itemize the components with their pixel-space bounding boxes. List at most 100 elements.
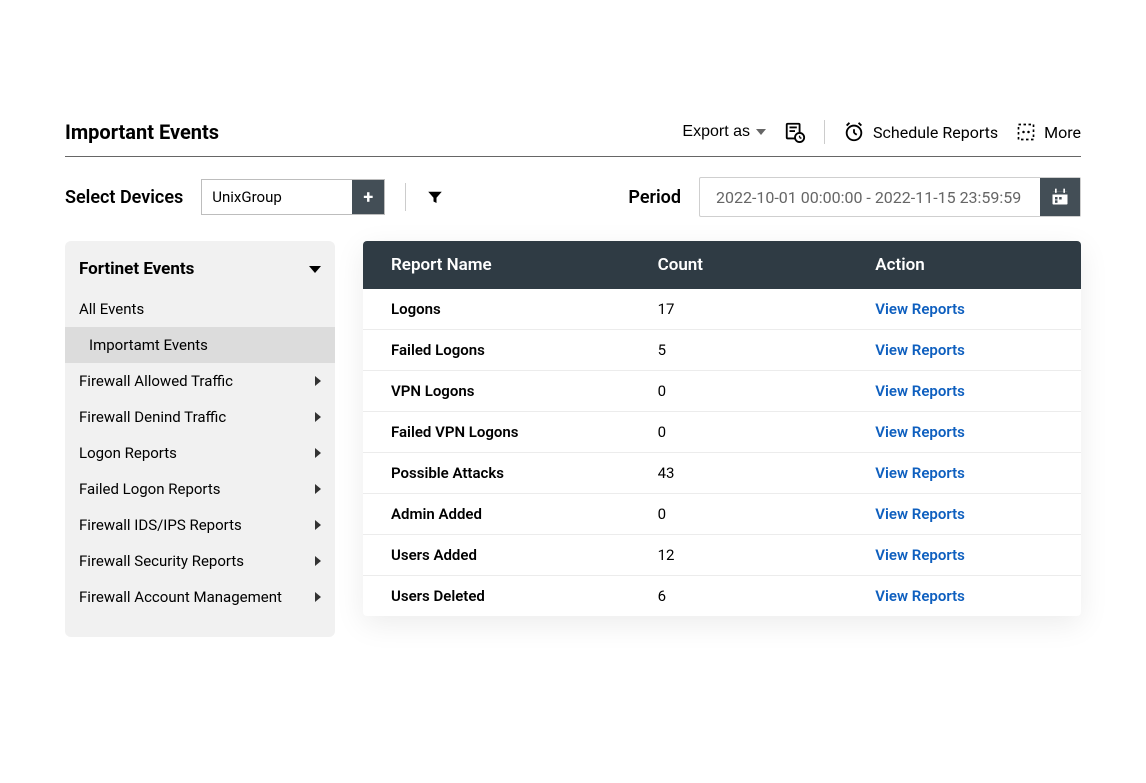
- report-schedule-icon[interactable]: [784, 121, 806, 143]
- report-name: Users Deleted: [391, 587, 658, 605]
- view-reports-link[interactable]: View Reports: [875, 300, 965, 318]
- sidebar-item[interactable]: Importamt Events: [65, 327, 335, 363]
- chevron-right-icon: [315, 520, 321, 530]
- table-row: Users Deleted6 View Reports: [363, 576, 1081, 616]
- report-count: 6: [658, 587, 836, 605]
- view-reports-link[interactable]: View Reports: [875, 341, 965, 359]
- calendar-button[interactable]: [1040, 178, 1080, 216]
- period-label: Period: [628, 187, 681, 208]
- page-header: Important Events Export as Schedule Repo…: [65, 120, 1081, 157]
- sidebar-item[interactable]: Firewall Security Reports: [65, 543, 335, 579]
- report-count: 43: [658, 464, 836, 482]
- report-name: Failed Logons: [391, 341, 658, 359]
- filter-icon[interactable]: [426, 188, 444, 206]
- more-icon: [1016, 122, 1036, 142]
- header-actions: Export as Schedule Reports More: [682, 120, 1081, 144]
- view-reports-link[interactable]: View Reports: [875, 464, 965, 482]
- period-input[interactable]: 2022-10-01 00:00:00 - 2022-11-15 23:59:5…: [699, 177, 1081, 217]
- chevron-right-icon: [315, 592, 321, 602]
- main-layout: Fortinet Events All Events Importamt Even…: [65, 241, 1081, 637]
- schedule-reports-label: Schedule Reports: [873, 123, 998, 142]
- sidebar-item-label: Firewall Security Reports: [79, 552, 244, 570]
- report-count: 12: [658, 546, 836, 564]
- sidebar-item-label: Firewall Denind Traffic: [79, 408, 226, 426]
- sidebar-item[interactable]: Firewall Denind Traffic: [65, 399, 335, 435]
- table-row: Failed VPN Logons0 View Reports: [363, 412, 1081, 453]
- export-as-button[interactable]: Export as: [682, 123, 766, 141]
- chevron-right-icon: [315, 556, 321, 566]
- action-cell: View Reports: [835, 505, 1053, 523]
- sidebar-item[interactable]: Firewall IDS/IPS Reports: [65, 507, 335, 543]
- sidebar: Fortinet Events All Events Importamt Even…: [65, 241, 335, 637]
- report-name: VPN Logons: [391, 382, 658, 400]
- action-cell: View Reports: [835, 423, 1053, 441]
- report-name: Users Added: [391, 546, 658, 564]
- reports-table: Report Name Count Action Logons17 View Re…: [363, 241, 1081, 616]
- col-header-count: Count: [658, 255, 836, 275]
- report-name: Admin Added: [391, 505, 658, 523]
- chevron-right-icon: [315, 484, 321, 494]
- view-reports-link[interactable]: View Reports: [875, 423, 965, 441]
- divider: [405, 183, 406, 211]
- export-as-label: Export as: [682, 123, 750, 141]
- view-reports-link[interactable]: View Reports: [875, 382, 965, 400]
- caret-down-icon: [756, 129, 766, 135]
- report-count: 0: [658, 423, 836, 441]
- sidebar-item[interactable]: Logon Reports: [65, 435, 335, 471]
- more-label: More: [1044, 123, 1081, 142]
- chevron-right-icon: [315, 448, 321, 458]
- report-count: 17: [658, 300, 836, 318]
- period-value: 2022-10-01 00:00:00 - 2022-11-15 23:59:5…: [700, 178, 1040, 216]
- table-row: Possible Attacks43 View Reports: [363, 453, 1081, 494]
- action-cell: View Reports: [835, 382, 1053, 400]
- col-header-action: Action: [835, 255, 1053, 275]
- sidebar-item[interactable]: Failed Logon Reports: [65, 471, 335, 507]
- report-name: Failed VPN Logons: [391, 423, 658, 441]
- device-select[interactable]: UnixGroup +: [201, 179, 385, 215]
- table-row: Users Added12 View Reports: [363, 535, 1081, 576]
- table-header: Report Name Count Action: [363, 241, 1081, 289]
- sidebar-item[interactable]: Firewall Account Management: [65, 579, 335, 615]
- alarm-clock-icon: [843, 121, 865, 143]
- sidebar-heading-label: Fortinet Events: [79, 259, 194, 279]
- period-group: Period 2022-10-01 00:00:00 - 2022-11-15 …: [628, 177, 1081, 217]
- filter-row: Select Devices UnixGroup + Period 2022-1…: [65, 177, 1081, 217]
- report-count: 5: [658, 341, 836, 359]
- table-row: Admin Added0 View Reports: [363, 494, 1081, 535]
- table-row: Logons17 View Reports: [363, 289, 1081, 330]
- sidebar-item-label: Firewall Allowed Traffic: [79, 372, 233, 390]
- sidebar-heading[interactable]: Fortinet Events: [65, 255, 335, 291]
- sidebar-item-label: All Events: [79, 300, 144, 318]
- chevron-right-icon: [315, 376, 321, 386]
- sidebar-item-label: Firewall IDS/IPS Reports: [79, 516, 242, 534]
- view-reports-link[interactable]: View Reports: [875, 587, 965, 605]
- sidebar-item-label: Importamt Events: [89, 336, 208, 354]
- select-devices-label: Select Devices: [65, 187, 183, 208]
- schedule-reports-button[interactable]: Schedule Reports: [843, 121, 998, 143]
- divider: [824, 120, 825, 144]
- more-button[interactable]: More: [1016, 122, 1081, 142]
- table-row: Failed Logons5 View Reports: [363, 330, 1081, 371]
- calendar-icon: [1050, 187, 1070, 207]
- add-device-button[interactable]: +: [352, 180, 384, 214]
- page-title: Important Events: [65, 120, 219, 144]
- sidebar-item-label: Failed Logon Reports: [79, 480, 221, 498]
- device-select-value: UnixGroup: [202, 180, 352, 214]
- sidebar-item[interactable]: Firewall Allowed Traffic: [65, 363, 335, 399]
- view-reports-link[interactable]: View Reports: [875, 505, 965, 523]
- action-cell: View Reports: [835, 341, 1053, 359]
- chevron-right-icon: [315, 412, 321, 422]
- sidebar-item-label: Logon Reports: [79, 444, 177, 462]
- view-reports-link[interactable]: View Reports: [875, 546, 965, 564]
- action-cell: View Reports: [835, 546, 1053, 564]
- action-cell: View Reports: [835, 464, 1053, 482]
- chevron-down-icon: [309, 266, 321, 273]
- col-header-name: Report Name: [391, 255, 658, 275]
- report-name: Logons: [391, 300, 658, 318]
- report-name: Possible Attacks: [391, 464, 658, 482]
- table-row: VPN Logons0 View Reports: [363, 371, 1081, 412]
- report-count: 0: [658, 382, 836, 400]
- report-count: 0: [658, 505, 836, 523]
- action-cell: View Reports: [835, 587, 1053, 605]
- sidebar-item[interactable]: All Events: [65, 291, 335, 327]
